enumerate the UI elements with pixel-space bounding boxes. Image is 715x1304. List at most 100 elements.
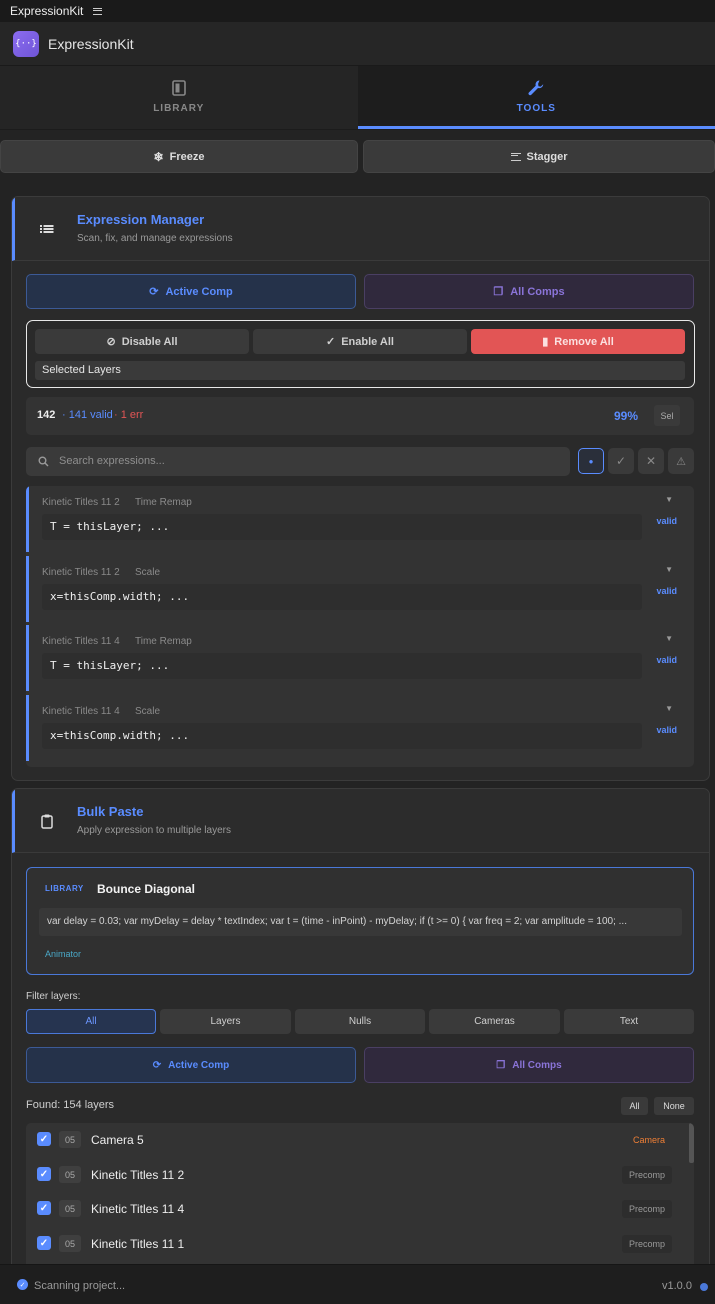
status-text: Scanning project... <box>34 1280 126 1292</box>
chevron-down-icon[interactable]: ▼ <box>665 495 673 504</box>
layer-filter-nulls[interactable]: Nulls <box>295 1009 425 1034</box>
bulk-all-comps-button[interactable]: ❐ All Comps <box>364 1047 694 1083</box>
search-icon <box>38 456 49 467</box>
app-header: {··} ExpressionKit <box>0 22 715 66</box>
enable-all-button[interactable]: ✓ Enable All <box>253 329 467 354</box>
expression-name: Bounce Diagonal <box>97 882 196 896</box>
copy-icon: ❐ <box>496 1059 506 1071</box>
expression-item[interactable]: Kinetic Titles 11 4 Scale x=thisComp.wid… <box>26 695 693 761</box>
bulk-paste-panel: Bulk Paste Apply expression to multiple … <box>11 788 710 1268</box>
layer-number: 05 <box>59 1166 81 1183</box>
select-toggle[interactable]: Sel <box>654 405 680 426</box>
filter-buttons: ● ✓ ✕ ⚠ <box>578 448 694 474</box>
window-titlebar: ExpressionKit <box>0 0 715 22</box>
tab-tools[interactable]: TOOLS <box>357 66 715 129</box>
bulk-active-comp-button[interactable]: ⟳ Active Comp <box>26 1047 356 1083</box>
expression-code: x=thisComp.width; ... <box>42 723 642 749</box>
filter-all-button[interactable]: ● <box>578 448 604 474</box>
expression-manager-subtitle: Scan, fix, and manage expressions <box>77 233 233 244</box>
menu-icon[interactable] <box>93 7 103 15</box>
dot-icon: ● <box>588 456 594 466</box>
expression-status: valid <box>656 725 677 735</box>
expression-item[interactable]: Kinetic Titles 11 2 Time Remap T = thisL… <box>26 486 693 552</box>
filter-valid-button[interactable]: ✓ <box>608 448 634 474</box>
book-icon <box>171 79 186 96</box>
layer-list-scrollbar[interactable] <box>689 1123 694 1163</box>
bulk-paste-header[interactable]: Bulk Paste Apply expression to multiple … <box>12 789 709 853</box>
clipboard-icon <box>41 814 53 829</box>
expression-property: Time Remap <box>135 497 192 508</box>
expression-code: x=thisComp.width; ... <box>42 584 642 610</box>
selected-expression-card[interactable]: LIBRARY Bounce Diagonal var delay = 0.03… <box>26 867 694 975</box>
found-count: Found: 154 layers <box>26 1099 115 1111</box>
bulk-active-comp-label: Active Comp <box>168 1059 230 1071</box>
check-circle-icon: ✓ <box>17 1279 28 1290</box>
app-logo-icon: {··} <box>13 30 39 57</box>
layer-filter-layers[interactable]: Layers <box>160 1009 291 1034</box>
layer-name: Camera 5 <box>91 1133 144 1147</box>
expression-manager-header[interactable]: Expression Manager Scan, fix, and manage… <box>12 197 709 261</box>
category-tag: Animator <box>45 949 82 959</box>
freeze-label: Freeze <box>169 150 205 163</box>
freeze-button[interactable]: ❄ Freeze <box>0 140 358 173</box>
layer-checkbox[interactable]: ✓ <box>37 1201 51 1215</box>
expression-item[interactable]: Kinetic Titles 11 4 Time Remap T = thisL… <box>26 625 693 691</box>
expression-code: T = thisLayer; ... <box>42 653 642 679</box>
stagger-button[interactable]: Stagger <box>363 140 715 173</box>
filter-warning-button[interactable]: ⚠ <box>668 448 694 474</box>
list-icon <box>40 225 54 233</box>
connection-dot-icon <box>700 1283 708 1291</box>
layer-row[interactable]: ✓ 05 Kinetic Titles 11 2 Precomp <box>26 1158 688 1192</box>
layer-checkbox[interactable]: ✓ <box>37 1236 51 1250</box>
layer-row[interactable]: ✓ 05 Camera 5 Camera <box>26 1123 688 1157</box>
layer-checkbox[interactable]: ✓ <box>37 1167 51 1181</box>
layer-number: 05 <box>59 1200 81 1217</box>
expression-item[interactable]: Kinetic Titles 11 2 Scale x=thisComp.wid… <box>26 556 693 622</box>
layer-number: 05 <box>59 1235 81 1252</box>
bulk-paste-subtitle: Apply expression to multiple layers <box>77 825 231 836</box>
stats-valid: · 141 valid <box>62 409 113 421</box>
all-comps-button[interactable]: ❐ All Comps <box>364 274 694 309</box>
select-all-button[interactable]: All <box>621 1097 648 1115</box>
stats-percent: 99% <box>614 409 639 423</box>
check-icon: ✓ <box>615 454 627 468</box>
active-comp-label: Active Comp <box>165 285 233 298</box>
target-select[interactable]: Selected Layers <box>35 361 685 380</box>
disable-all-button[interactable]: ⊘ Disable All <box>35 329 249 354</box>
stats-total: 142 <box>37 409 56 421</box>
search-input[interactable]: Search expressions... <box>26 447 570 476</box>
version-label: v1.0.0 <box>662 1280 692 1292</box>
filter-error-button[interactable]: ✕ <box>638 448 664 474</box>
expression-status: valid <box>656 586 677 596</box>
disable-all-label: Disable All <box>121 335 178 348</box>
check-icon: ✓ <box>326 336 336 348</box>
stagger-label: Stagger <box>526 150 568 163</box>
bulk-all-comps-label: All Comps <box>512 1059 562 1071</box>
chevron-down-icon[interactable]: ▼ <box>665 704 673 713</box>
layer-name: Kinetic Titles 11 2 <box>91 1168 185 1182</box>
expression-code: T = thisLayer; ... <box>42 514 642 540</box>
layer-filter-cameras[interactable]: Cameras <box>429 1009 560 1034</box>
expression-status: valid <box>656 655 677 665</box>
chevron-down-icon[interactable]: ▼ <box>665 634 673 643</box>
tab-library[interactable]: LIBRARY <box>0 66 358 129</box>
filter-layers-label: Filter layers: <box>26 991 81 1002</box>
layer-row[interactable]: ✓ 05 Kinetic Titles 11 4 Precomp <box>26 1192 688 1226</box>
remove-all-button[interactable]: ▮ Remove All <box>471 329 685 354</box>
layer-checkbox[interactable]: ✓ <box>37 1132 51 1146</box>
chevron-down-icon[interactable]: ▼ <box>665 565 673 574</box>
remove-all-label: Remove All <box>554 335 614 348</box>
copy-icon: ❐ <box>493 286 504 298</box>
layer-filter-text[interactable]: Text <box>564 1009 694 1034</box>
enable-all-label: Enable All <box>341 335 394 348</box>
layer-row[interactable]: ✓ 05 Kinetic Titles 11 1 Precomp <box>26 1227 688 1261</box>
expression-layer: Kinetic Titles 11 2 <box>42 497 120 508</box>
layer-name: Kinetic Titles 11 1 <box>91 1237 185 1251</box>
expression-layer: Kinetic Titles 11 2 <box>42 567 120 578</box>
library-badge: LIBRARY <box>45 884 84 893</box>
layer-type-badge: Precomp <box>621 1200 672 1218</box>
active-comp-button[interactable]: ⟳ Active Comp <box>26 274 356 309</box>
layer-filter-all[interactable]: All <box>26 1009 156 1034</box>
select-none-button[interactable]: None <box>654 1097 694 1115</box>
tab-tools-label: TOOLS <box>516 102 556 114</box>
